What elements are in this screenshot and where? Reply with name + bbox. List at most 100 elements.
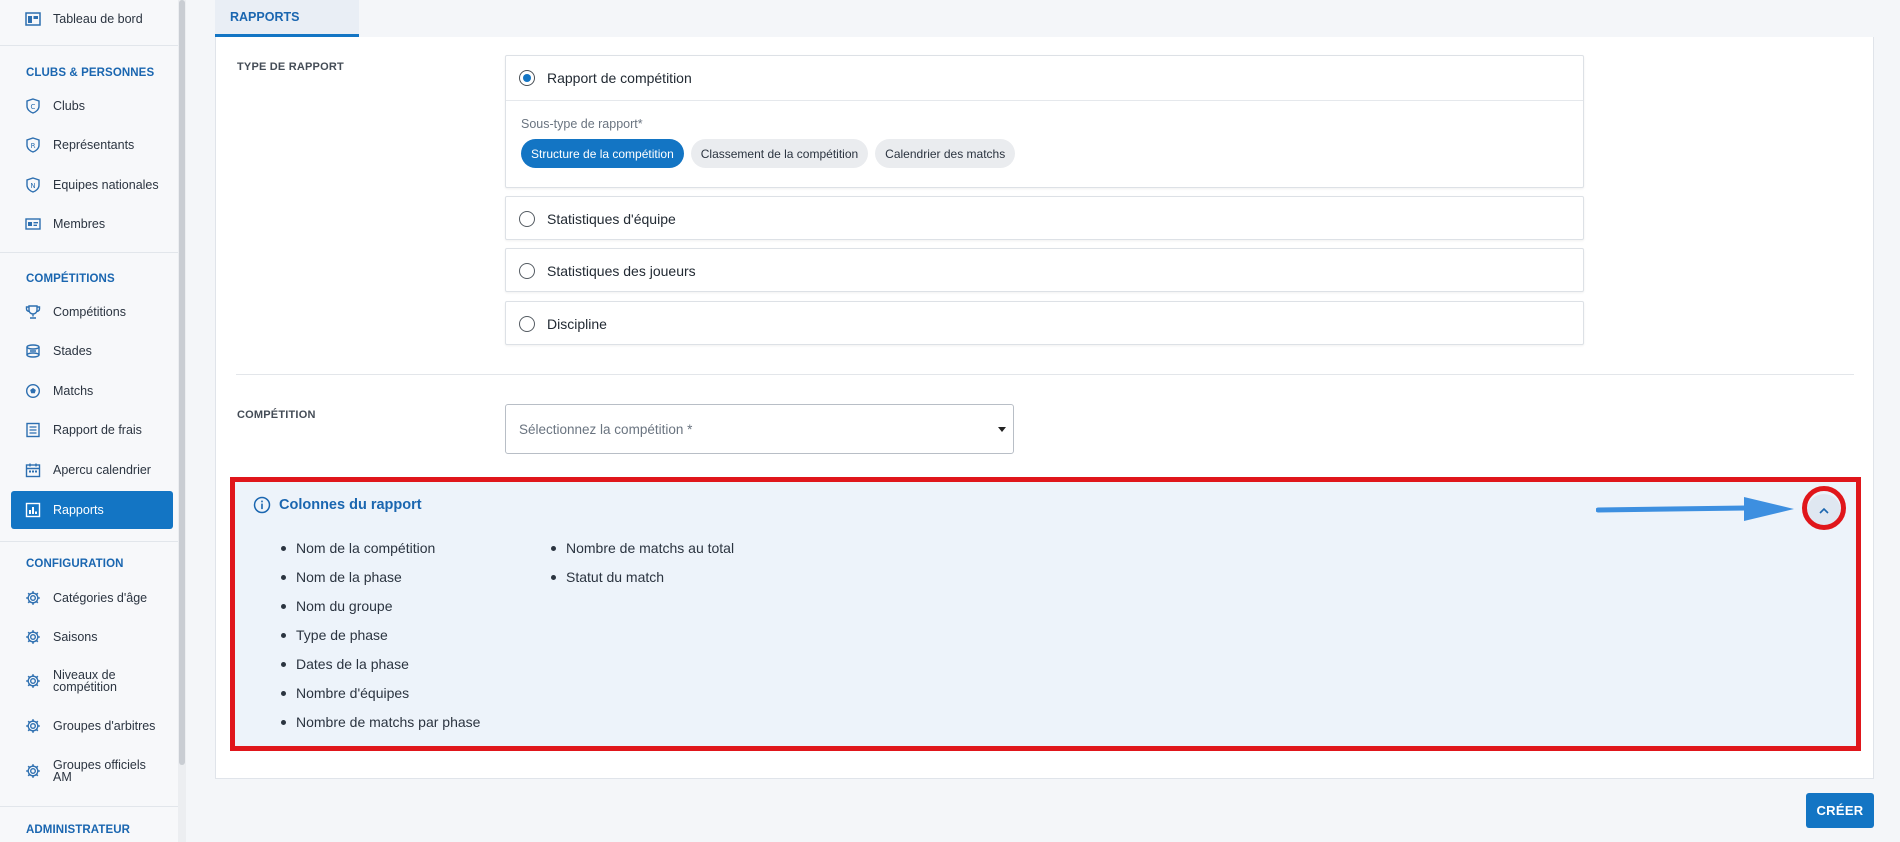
sidebar-item-niveaux-competition[interactable]: Niveaux de compétition bbox=[11, 662, 173, 700]
report-columns-title: Colonnes du rapport bbox=[279, 497, 422, 513]
sidebar-item-label: Apercu calendrier bbox=[53, 463, 151, 477]
info-icon bbox=[253, 496, 271, 514]
calendar-icon bbox=[25, 462, 41, 478]
sidebar-item-groupes-officiels-am[interactable]: Groupes officiels AM bbox=[11, 752, 173, 790]
sidebar-item-clubs[interactable]: C Clubs bbox=[11, 87, 173, 125]
gear-icon bbox=[25, 763, 41, 779]
sidebar-item-label: Clubs bbox=[53, 99, 85, 113]
option-label: Rapport de compétition bbox=[547, 70, 692, 86]
create-button[interactable]: CRÉER bbox=[1806, 793, 1874, 828]
radio-button[interactable] bbox=[519, 316, 535, 332]
gear-icon bbox=[25, 629, 41, 645]
club-shield-icon: C bbox=[25, 98, 41, 114]
radio-button[interactable] bbox=[519, 211, 535, 227]
divider bbox=[0, 541, 178, 542]
sidebar-item-rapport-de-frais[interactable]: Rapport de frais bbox=[11, 411, 173, 449]
collapse-button[interactable] bbox=[1807, 494, 1841, 528]
sidebar-item-apercu-calendrier[interactable]: Apercu calendrier bbox=[11, 451, 173, 489]
sidebar-item-groupes-arbitres[interactable]: Groupes d'arbitres bbox=[11, 707, 173, 745]
sidebar-item-tableau-de-bord[interactable]: Tableau de bord bbox=[11, 0, 173, 38]
divider bbox=[0, 252, 178, 253]
sidebar-item-label: Membres bbox=[53, 217, 106, 231]
sidebar-item-matchs[interactable]: Matchs bbox=[11, 372, 173, 410]
svg-text:C: C bbox=[31, 103, 36, 111]
radio-row-rapport-competition[interactable]: Rapport de compétition bbox=[506, 56, 1583, 100]
sidebar-scrollbar[interactable] bbox=[178, 0, 186, 842]
sidebar-item-rapports[interactable]: Rapports bbox=[11, 491, 173, 529]
radio-button[interactable] bbox=[519, 263, 535, 279]
competition-select[interactable]: Sélectionnez la compétition * bbox=[505, 404, 1014, 454]
divider bbox=[236, 374, 1854, 375]
sidebar-item-label: Rapports bbox=[53, 503, 104, 517]
ball-icon bbox=[25, 383, 41, 399]
section-title-configuration: CONFIGURATION bbox=[26, 558, 124, 570]
bar-chart-icon bbox=[25, 502, 41, 518]
id-card-icon bbox=[25, 216, 41, 232]
national-team-shield-icon: N bbox=[25, 177, 41, 193]
chip-classement-competition[interactable]: Classement de la compétition bbox=[690, 139, 869, 168]
sidebar-item-categories-age[interactable]: Catégories d'âge bbox=[11, 579, 173, 617]
list-item: Dates de la phase bbox=[281, 654, 480, 683]
option-discipline[interactable]: Discipline bbox=[505, 301, 1584, 345]
sidebar-item-competitions[interactable]: Compétitions bbox=[11, 293, 173, 331]
section-title-admin: ADMINISTRATEUR bbox=[26, 824, 131, 836]
gear-icon bbox=[25, 673, 41, 689]
competition-label: COMPÉTITION bbox=[237, 409, 316, 421]
list-item: Nombre de matchs par phase bbox=[281, 712, 480, 741]
sidebar-item-label: Equipes nationales bbox=[53, 178, 159, 192]
chevron-up-icon bbox=[1819, 507, 1829, 514]
representative-shield-icon: R bbox=[25, 137, 41, 153]
section-title-competitions: COMPÉTITIONS bbox=[26, 273, 115, 285]
competition-select-placeholder: Sélectionnez la compétition * bbox=[519, 421, 693, 437]
sidebar-item-label: Rapport de frais bbox=[53, 423, 142, 437]
sidebar-item-stades[interactable]: Stades bbox=[11, 332, 173, 370]
radio-row-statistiques-equipe[interactable]: Statistiques d'équipe bbox=[506, 197, 1583, 241]
subtype-label: Sous-type de rapport* bbox=[521, 117, 643, 131]
option-statistiques-joueurs[interactable]: Statistiques des joueurs bbox=[505, 248, 1584, 292]
trophy-icon bbox=[25, 304, 41, 320]
subtype-section: Sous-type de rapport* Structure de la co… bbox=[506, 100, 1583, 188]
sidebar-item-label: Saisons bbox=[53, 630, 98, 644]
sidebar-item-label: Matchs bbox=[53, 384, 94, 398]
sidebar-item-label: Groupes officiels AM bbox=[53, 758, 146, 784]
radio-button-checked[interactable] bbox=[519, 70, 535, 86]
list-item: Statut du match bbox=[551, 567, 734, 596]
tab-rapports[interactable]: RAPPORTS bbox=[215, 0, 359, 37]
divider bbox=[0, 806, 178, 807]
report-columns-list-2: Nombre de matchs au total Statut du matc… bbox=[551, 538, 734, 596]
sidebar: Tableau de bord CLUBS & PERSONNES C Club… bbox=[0, 0, 186, 842]
sidebar-item-membres[interactable]: Membres bbox=[11, 205, 173, 243]
sidebar-item-label: Compétitions bbox=[53, 305, 126, 319]
gear-icon bbox=[25, 590, 41, 606]
list-icon bbox=[25, 422, 41, 438]
report-columns-header[interactable]: Colonnes du rapport bbox=[253, 496, 422, 514]
list-item: Type de phase bbox=[281, 625, 480, 654]
sidebar-item-label: Tableau de bord bbox=[53, 12, 143, 26]
option-label: Statistiques des joueurs bbox=[547, 263, 696, 279]
divider bbox=[0, 45, 178, 46]
option-rapport-competition: Rapport de compétition Sous-type de rapp… bbox=[505, 55, 1584, 188]
sidebar-item-label: Catégories d'âge bbox=[53, 591, 148, 605]
sidebar-item-saisons[interactable]: Saisons bbox=[11, 618, 173, 656]
list-item: Nom du groupe bbox=[281, 596, 480, 625]
sidebar-item-equipes-nationales[interactable]: N Equipes nationales bbox=[11, 166, 173, 204]
scrollbar-thumb[interactable] bbox=[179, 0, 185, 765]
sidebar-item-label: Groupes d'arbitres bbox=[53, 719, 156, 733]
sidebar-item-representants[interactable]: R Représentants bbox=[11, 126, 173, 164]
list-item: Nom de la phase bbox=[281, 567, 480, 596]
report-type-label: TYPE DE RAPPORT bbox=[237, 61, 344, 73]
stadium-icon bbox=[25, 343, 41, 359]
subtype-chips: Structure de la compétition Classement d… bbox=[521, 139, 1583, 168]
chip-calendrier-matchs[interactable]: Calendrier des matchs bbox=[875, 139, 1016, 168]
list-item: Nombre de matchs au total bbox=[551, 538, 734, 567]
radio-row-discipline[interactable]: Discipline bbox=[506, 302, 1583, 346]
option-statistiques-equipe[interactable]: Statistiques d'équipe bbox=[505, 196, 1584, 240]
chip-structure-competition[interactable]: Structure de la compétition bbox=[521, 139, 684, 168]
radio-row-statistiques-joueurs[interactable]: Statistiques des joueurs bbox=[506, 249, 1583, 293]
sidebar-item-label: Représentants bbox=[53, 138, 135, 152]
gear-icon bbox=[25, 718, 41, 734]
caret-down-icon bbox=[998, 427, 1006, 432]
option-label: Discipline bbox=[547, 316, 607, 332]
list-item: Nombre d'équipes bbox=[281, 683, 480, 712]
report-columns-list-1: Nom de la compétition Nom de la phase No… bbox=[281, 538, 480, 741]
